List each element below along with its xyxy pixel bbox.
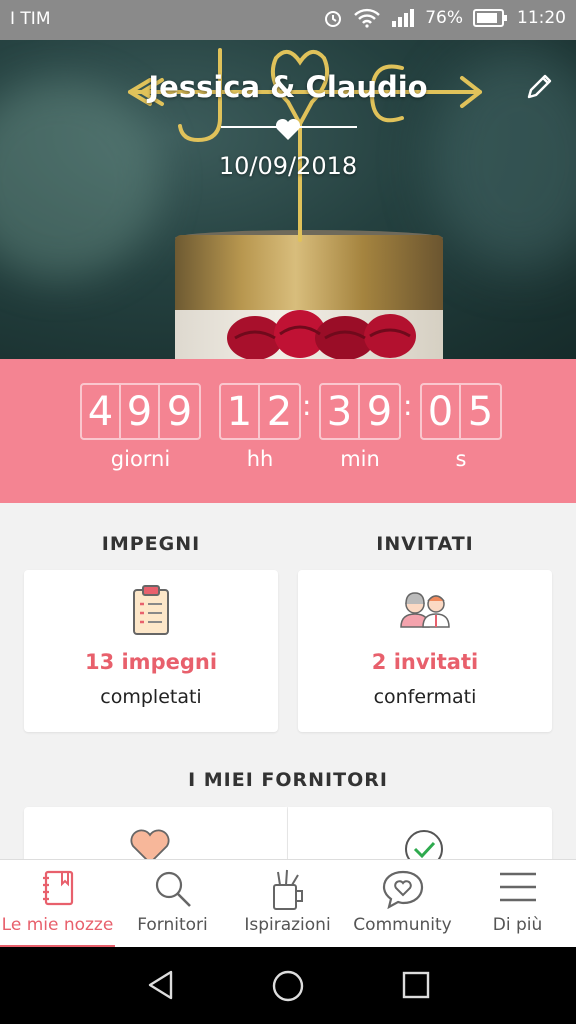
vendors-favorites-card[interactable]	[24, 807, 287, 859]
tasks-count: 13 impegni	[84, 650, 218, 674]
nav-item-vendors[interactable]: Fornitori	[115, 860, 230, 948]
dashboard-content: IMPEGNI INVITATI 13 impegni completati 2…	[0, 503, 576, 859]
days-digit: 9	[121, 385, 160, 438]
wedding-date: 10/09/2018	[218, 152, 358, 180]
days-label: giorni	[110, 447, 171, 471]
nav-label: Ispirazioni	[244, 915, 331, 935]
days-digits: 4 9 9	[80, 383, 201, 440]
minutes-digits: 3 9	[319, 383, 401, 440]
battery-icon	[473, 9, 507, 27]
recent-apps-icon[interactable]	[400, 969, 432, 1001]
hero-banner: Jessica & Claudio 10/09/2018	[0, 40, 576, 359]
nav-item-my-wedding[interactable]: Le mie nozze	[0, 860, 115, 948]
countdown-panel: 4 9 9 1 2 : 3 9 : 0 5 giorni hh min s	[0, 359, 576, 503]
guests-section-title: INVITATI	[376, 533, 474, 555]
battery-percent: 76%	[425, 8, 463, 28]
flowers-image	[227, 310, 416, 359]
colon-separator: :	[403, 389, 413, 422]
couple-names: Jessica & Claudio	[148, 70, 428, 104]
bottom-navigation: Le mie nozze Fornitori Ispirazioni Commu…	[0, 859, 576, 948]
vendors-section-title: I MIEI FORNITORI	[188, 769, 388, 791]
days-digit: 4	[82, 385, 121, 438]
heart-icon	[130, 829, 170, 859]
guests-count: 2 invitati	[371, 650, 479, 674]
clipboard-checklist-icon	[133, 585, 169, 635]
home-icon[interactable]	[271, 969, 305, 1003]
wifi-icon	[354, 8, 381, 28]
tasks-card[interactable]: 13 impegni completati	[24, 570, 278, 732]
clock: 11:20	[517, 8, 566, 28]
nav-item-community[interactable]: Community	[345, 860, 460, 948]
minutes-label: min	[340, 447, 380, 471]
guests-couple-icon	[400, 592, 450, 628]
notebook-icon	[42, 870, 73, 906]
system-navigation-bar	[0, 947, 576, 1024]
nav-label: Community	[353, 915, 452, 935]
seconds-digit: 0	[422, 385, 461, 438]
nav-item-more[interactable]: Di più	[460, 860, 575, 948]
nav-label: Fornitori	[137, 915, 208, 935]
back-icon[interactable]	[145, 969, 177, 1001]
check-circle-icon	[405, 830, 443, 859]
seconds-digit: 5	[467, 388, 494, 435]
colon-separator: :	[302, 389, 312, 422]
edit-pencil-icon[interactable]	[522, 70, 556, 104]
menu-icon	[499, 872, 536, 902]
hours-digits: 1 2	[219, 383, 301, 440]
signal-icon	[392, 9, 415, 27]
tasks-section-title: IMPEGNI	[101, 533, 201, 555]
hours-digit: 2	[266, 388, 293, 435]
days-digit: 9	[166, 388, 193, 435]
minutes-digit: 3	[321, 385, 360, 438]
guests-card[interactable]: 2 invitati confermati	[298, 570, 552, 732]
heart-icon	[275, 119, 301, 140]
hours-digit: 1	[221, 385, 260, 438]
chat-heart-icon	[382, 870, 423, 909]
minutes-digit: 9	[366, 388, 393, 435]
search-icon	[155, 871, 191, 907]
nav-label: Le mie nozze	[1, 915, 114, 935]
alarm-icon	[325, 11, 342, 27]
inspiration-icon	[272, 869, 303, 910]
nav-label: Di più	[492, 915, 543, 935]
carrier-name: I TIM	[10, 9, 51, 29]
seconds-label: s	[455, 447, 467, 471]
vendors-booked-card[interactable]	[288, 807, 552, 859]
hours-label: hh	[246, 447, 274, 471]
tasks-sub: completati	[100, 686, 202, 708]
status-bar: I TIM 76% 11:20	[0, 0, 576, 40]
seconds-digits: 0 5	[420, 383, 502, 440]
guests-sub: confermati	[373, 686, 477, 708]
nav-item-inspiration[interactable]: Ispirazioni	[230, 860, 345, 948]
